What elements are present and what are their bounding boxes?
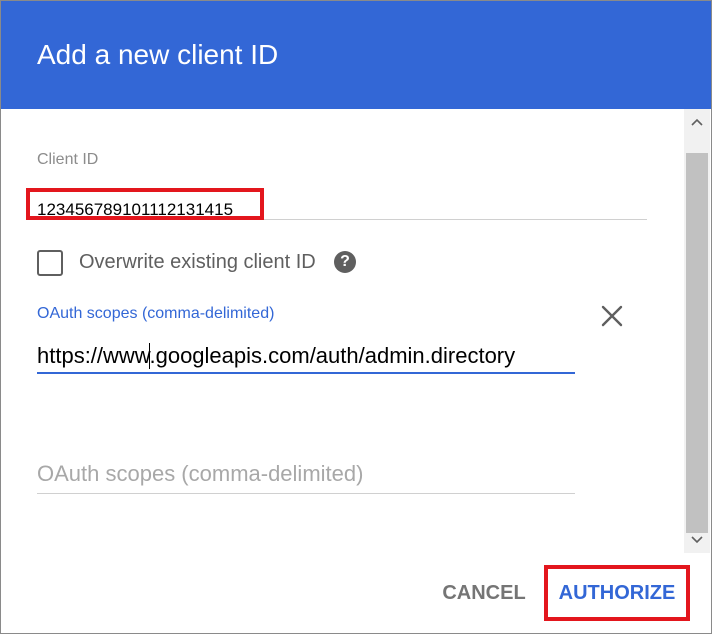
authorize-highlight-box [544,565,690,621]
cancel-button[interactable]: CANCEL [437,575,531,611]
scroll-down-arrow-icon[interactable] [684,527,710,553]
overwrite-checkbox[interactable] [37,250,63,276]
overwrite-checkbox-label[interactable]: Overwrite existing client ID [79,251,316,274]
oauth-scopes-input-2[interactable] [37,459,575,489]
dialog-title: Add a new client ID [37,39,279,70]
scrollbar-thumb[interactable] [686,153,708,533]
oauth-scopes-underline-2 [37,493,575,494]
text-cursor [149,343,150,369]
oauth-scopes-label: OAuth scopes (comma-delimited) [37,305,275,322]
oauth-scopes-underline-focused [37,372,575,374]
add-client-id-dialog: Add a new client ID Client ID Overwrite … [0,0,712,634]
client-id-highlight-box [26,188,264,220]
help-circle-icon[interactable]: ? [334,251,356,273]
oauth-scopes-input[interactable] [37,341,575,371]
client-id-label: Client ID [37,151,99,168]
dialog-header: Add a new client ID [1,1,711,109]
close-icon[interactable] [597,301,627,331]
vertical-scrollbar[interactable] [684,109,710,553]
scroll-up-arrow-icon[interactable] [684,109,710,135]
